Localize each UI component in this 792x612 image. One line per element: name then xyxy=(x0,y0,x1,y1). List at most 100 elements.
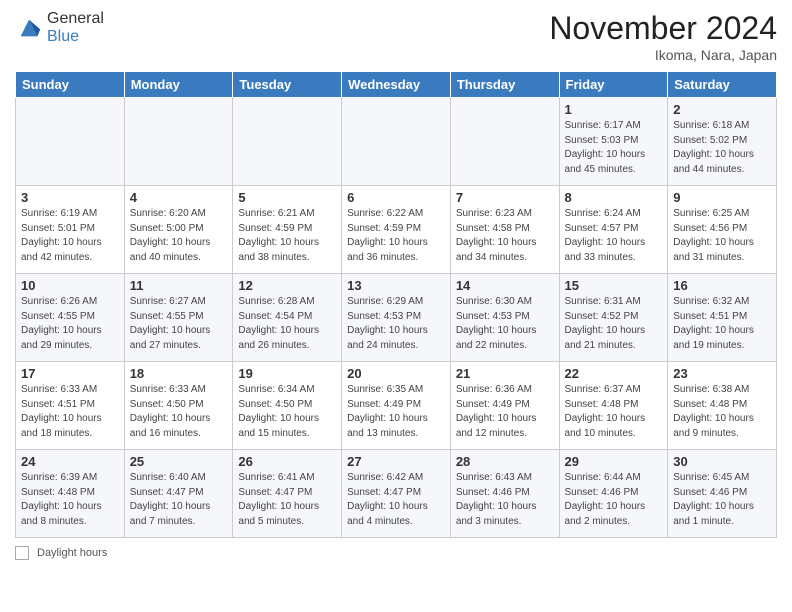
day-cell: 27Sunrise: 6:42 AM Sunset: 4:47 PM Dayli… xyxy=(342,450,451,538)
day-cell xyxy=(233,98,342,186)
calendar-header: SundayMondayTuesdayWednesdayThursdayFrid… xyxy=(16,72,777,98)
day-number: 16 xyxy=(673,278,771,293)
day-info: Sunrise: 6:26 AM Sunset: 4:55 PM Dayligh… xyxy=(21,295,119,353)
day-number: 29 xyxy=(565,454,663,469)
legend-label: Daylight hours xyxy=(37,547,107,559)
header-day-wednesday: Wednesday xyxy=(342,72,451,98)
day-info: Sunrise: 6:40 AM Sunset: 4:47 PM Dayligh… xyxy=(130,471,228,529)
day-cell: 10 Sunrise: 6:26 AM Sunset: 4:55 PM Dayli… xyxy=(16,274,125,362)
day-info: Sunrise: 6:41 AM Sunset: 4:47 PM Dayligh… xyxy=(238,471,336,529)
day-cell: 23Sunrise: 6:38 AM Sunset: 4:48 PM Dayli… xyxy=(668,362,777,450)
header-day-sunday: Sunday xyxy=(16,72,125,98)
calendar-body: 1Sunrise: 6:17 AM Sunset: 5:03 PM Daylig… xyxy=(16,98,777,538)
day-info: Sunrise: 6:43 AM Sunset: 4:46 PM Dayligh… xyxy=(456,471,554,529)
week-row-5: 24Sunrise: 6:39 AM Sunset: 4:48 PM Dayli… xyxy=(16,450,777,538)
day-info: Sunrise: 6:32 AM Sunset: 4:51 PM Dayligh… xyxy=(673,295,771,353)
day-number: 20 xyxy=(347,366,445,381)
header-day-saturday: Saturday xyxy=(668,72,777,98)
day-number: 24 xyxy=(21,454,119,469)
day-info: Sunrise: 6:25 AM Sunset: 4:56 PM Dayligh… xyxy=(673,207,771,265)
header-day-monday: Monday xyxy=(124,72,233,98)
legend: Daylight hours xyxy=(15,546,777,560)
week-row-1: 1Sunrise: 6:17 AM Sunset: 5:03 PM Daylig… xyxy=(16,98,777,186)
day-number: 14 xyxy=(456,278,554,293)
day-number: 12 xyxy=(238,278,336,293)
day-cell: 26 Sunrise: 6:41 AM Sunset: 4:47 PM Dayli… xyxy=(233,450,342,538)
calendar-table: SundayMondayTuesdayWednesdayThursdayFrid… xyxy=(15,71,777,538)
day-cell: 13Sunrise: 6:29 AM Sunset: 4:53 PM Dayli… xyxy=(342,274,451,362)
day-number: 28 xyxy=(456,454,554,469)
day-number: 3 xyxy=(21,190,119,205)
day-number: 8 xyxy=(565,190,663,205)
day-cell xyxy=(124,98,233,186)
location-subtitle: Ikoma, Nara, Japan xyxy=(549,47,777,63)
logo: General Blue xyxy=(15,10,104,46)
day-info: Sunrise: 6:28 AM Sunset: 4:54 PM Dayligh… xyxy=(238,295,336,353)
day-info: Sunrise: 6:37 AM Sunset: 4:48 PM Dayligh… xyxy=(565,383,663,441)
day-info: Sunrise: 6:38 AM Sunset: 4:48 PM Dayligh… xyxy=(673,383,771,441)
day-cell xyxy=(450,98,559,186)
day-info: Sunrise: 6:30 AM Sunset: 4:53 PM Dayligh… xyxy=(456,295,554,353)
day-cell: 9 Sunrise: 6:25 AM Sunset: 4:56 PM Daylig… xyxy=(668,186,777,274)
day-cell: 19 Sunrise: 6:34 AM Sunset: 4:50 PM Dayli… xyxy=(233,362,342,450)
day-number: 15 xyxy=(565,278,663,293)
day-cell: 14 Sunrise: 6:30 AM Sunset: 4:53 PM Dayli… xyxy=(450,274,559,362)
day-info: Sunrise: 6:19 AM Sunset: 5:01 PM Dayligh… xyxy=(21,207,119,265)
day-info: Sunrise: 6:31 AM Sunset: 4:52 PM Dayligh… xyxy=(565,295,663,353)
day-cell: 7Sunrise: 6:23 AM Sunset: 4:58 PM Daylig… xyxy=(450,186,559,274)
day-number: 10 xyxy=(21,278,119,293)
day-number: 7 xyxy=(456,190,554,205)
header-row: SundayMondayTuesdayWednesdayThursdayFrid… xyxy=(16,72,777,98)
day-info: Sunrise: 6:20 AM Sunset: 5:00 PM Dayligh… xyxy=(130,207,228,265)
header-day-tuesday: Tuesday xyxy=(233,72,342,98)
day-info: Sunrise: 6:36 AM Sunset: 4:49 PM Dayligh… xyxy=(456,383,554,441)
day-number: 4 xyxy=(130,190,228,205)
day-info: Sunrise: 6:35 AM Sunset: 4:49 PM Dayligh… xyxy=(347,383,445,441)
day-number: 21 xyxy=(456,366,554,381)
day-cell: 22 Sunrise: 6:37 AM Sunset: 4:48 PM Dayli… xyxy=(559,362,668,450)
day-number: 18 xyxy=(130,366,228,381)
legend-box xyxy=(15,546,29,560)
day-number: 6 xyxy=(347,190,445,205)
day-cell: 1Sunrise: 6:17 AM Sunset: 5:03 PM Daylig… xyxy=(559,98,668,186)
day-cell xyxy=(16,98,125,186)
day-cell: 6Sunrise: 6:22 AM Sunset: 4:59 PM Daylig… xyxy=(342,186,451,274)
day-cell: 29Sunrise: 6:44 AM Sunset: 4:46 PM Dayli… xyxy=(559,450,668,538)
header-day-friday: Friday xyxy=(559,72,668,98)
day-cell: 16 Sunrise: 6:32 AM Sunset: 4:51 PM Dayli… xyxy=(668,274,777,362)
day-info: Sunrise: 6:27 AM Sunset: 4:55 PM Dayligh… xyxy=(130,295,228,353)
day-number: 22 xyxy=(565,366,663,381)
day-info: Sunrise: 6:21 AM Sunset: 4:59 PM Dayligh… xyxy=(238,207,336,265)
day-info: Sunrise: 6:45 AM Sunset: 4:46 PM Dayligh… xyxy=(673,471,771,529)
day-cell: 20 Sunrise: 6:35 AM Sunset: 4:49 PM Dayli… xyxy=(342,362,451,450)
day-number: 26 xyxy=(238,454,336,469)
day-number: 5 xyxy=(238,190,336,205)
day-number: 19 xyxy=(238,366,336,381)
logo-blue: Blue xyxy=(47,28,79,45)
day-cell: 15 Sunrise: 6:31 AM Sunset: 4:52 PM Dayli… xyxy=(559,274,668,362)
title-block: November 2024 Ikoma, Nara, Japan xyxy=(549,10,777,63)
day-number: 2 xyxy=(673,102,771,117)
header-day-thursday: Thursday xyxy=(450,72,559,98)
day-number: 17 xyxy=(21,366,119,381)
day-number: 25 xyxy=(130,454,228,469)
day-cell: 18Sunrise: 6:33 AM Sunset: 4:50 PM Dayli… xyxy=(124,362,233,450)
day-cell: 28 Sunrise: 6:43 AM Sunset: 4:46 PM Dayli… xyxy=(450,450,559,538)
day-cell: 17 Sunrise: 6:33 AM Sunset: 4:51 PM Dayli… xyxy=(16,362,125,450)
week-row-2: 3 Sunrise: 6:19 AM Sunset: 5:01 PM Daylig… xyxy=(16,186,777,274)
day-cell: 24Sunrise: 6:39 AM Sunset: 4:48 PM Dayli… xyxy=(16,450,125,538)
day-cell xyxy=(342,98,451,186)
week-row-3: 10 Sunrise: 6:26 AM Sunset: 4:55 PM Dayli… xyxy=(16,274,777,362)
page-header: General Blue November 2024 Ikoma, Nara, … xyxy=(15,10,777,63)
day-info: Sunrise: 6:34 AM Sunset: 4:50 PM Dayligh… xyxy=(238,383,336,441)
day-cell: 12 Sunrise: 6:28 AM Sunset: 4:54 PM Dayli… xyxy=(233,274,342,362)
logo-icon xyxy=(15,14,43,42)
day-info: Sunrise: 6:33 AM Sunset: 4:51 PM Dayligh… xyxy=(21,383,119,441)
day-cell: 8Sunrise: 6:24 AM Sunset: 4:57 PM Daylig… xyxy=(559,186,668,274)
day-cell: 4 Sunrise: 6:20 AM Sunset: 5:00 PM Daylig… xyxy=(124,186,233,274)
day-info: Sunrise: 6:42 AM Sunset: 4:47 PM Dayligh… xyxy=(347,471,445,529)
day-cell: 21 Sunrise: 6:36 AM Sunset: 4:49 PM Dayli… xyxy=(450,362,559,450)
day-info: Sunrise: 6:18 AM Sunset: 5:02 PM Dayligh… xyxy=(673,119,771,177)
day-cell: 2 Sunrise: 6:18 AM Sunset: 5:02 PM Daylig… xyxy=(668,98,777,186)
day-number: 9 xyxy=(673,190,771,205)
